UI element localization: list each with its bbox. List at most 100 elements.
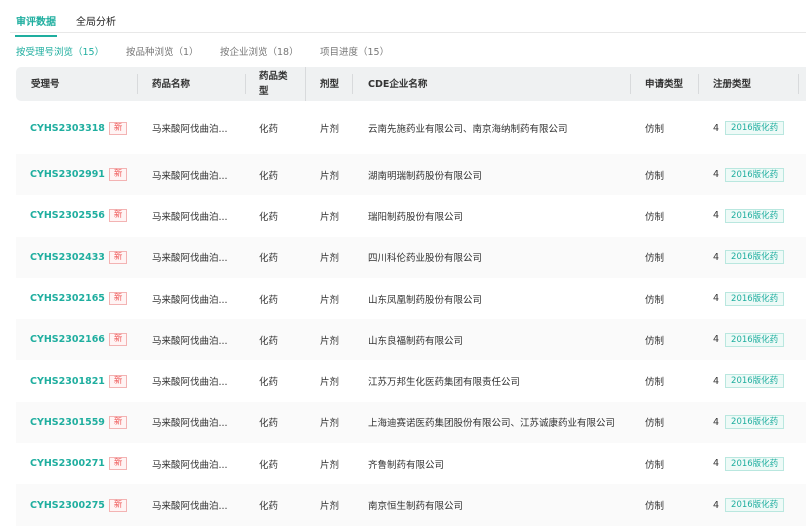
reg-type-cell: 4 2016版化药 [713, 154, 785, 195]
dosage-form: 片剂 [320, 335, 340, 347]
reg-type-cell: 4 2016版化药 [713, 278, 785, 319]
col-acceptance-no[interactable]: 受理号 [31, 67, 60, 101]
column-divider[interactable] [245, 74, 246, 94]
reg-tag: 2016版化药 [725, 291, 785, 306]
reg-class: 4 [713, 375, 720, 387]
apply-type: 仿制 [645, 459, 665, 471]
subtab-by-acceptance-no[interactable]: 按受理号浏览（15） [16, 44, 104, 58]
table-row[interactable]: CYHS2302556 新 马来酸阿伐曲泊... 化药 片剂 瑞阳制药股份有限公司… [16, 195, 806, 236]
reg-class: 4 [713, 293, 720, 305]
column-divider[interactable] [352, 74, 353, 94]
acceptance-no-link[interactable]: CYHS2302433 [30, 252, 105, 263]
apply-type: 仿制 [645, 124, 665, 135]
apply-type: 仿制 [645, 418, 665, 430]
table-row[interactable]: CYHS2302433 新 马来酸阿伐曲泊... 化药 片剂 四川科伦药业股份有限… [16, 236, 806, 278]
acceptance-no-cell: CYHS2302991 新 [30, 154, 128, 195]
acceptance-no-link[interactable]: CYHS2302166 [30, 334, 105, 345]
drug-type: 化药 [259, 377, 279, 389]
company-name: 南京恒生制药有限公司 [368, 501, 464, 513]
acceptance-no-link[interactable]: CYHS2302991 [30, 169, 105, 180]
reg-tag: 2016版化药 [725, 498, 785, 513]
company-name: 四川科伦药业股份有限公司 [368, 253, 483, 265]
col-drug-type[interactable]: 药品类型 [259, 67, 293, 101]
company-name: 湖南明瑞制药股份有限公司 [368, 170, 483, 182]
acceptance-no-cell: CYHS2301821 新 [30, 361, 128, 402]
company-name: 瑞阳制药股份有限公司 [368, 211, 464, 223]
acceptance-no-link[interactable]: CYHS2303318 [30, 123, 105, 134]
reg-tag: 2016版化药 [725, 332, 785, 347]
col-dosage-form[interactable]: 剂型 [320, 67, 339, 101]
reg-type-cell: 4 2016版化药 [713, 402, 785, 443]
reg-type-cell: 4 2016版化药 [713, 195, 785, 236]
acceptance-no-cell: CYHS2302433 新 [30, 237, 128, 278]
subtab-project-progress[interactable]: 项目进度（15） [320, 44, 389, 58]
drug-name: 马来酸阿伐曲泊... [152, 335, 228, 347]
new-badge: 新 [108, 121, 128, 135]
reg-class: 4 [713, 122, 720, 134]
column-divider[interactable] [698, 74, 699, 94]
new-badge: 新 [108, 457, 128, 471]
col-drug-name[interactable]: 药品名称 [152, 67, 190, 101]
reg-class: 4 [713, 334, 720, 346]
drug-name: 马来酸阿伐曲泊... [152, 294, 228, 306]
reg-class: 4 [713, 458, 720, 470]
table-row[interactable]: CYHS2300271 新 马来酸阿伐曲泊... 化药 片剂 齐鲁制药有限公司 仿… [16, 443, 806, 484]
acceptance-no-cell: CYHS2302165 新 [30, 278, 128, 319]
acceptance-no-link[interactable]: CYHS2300275 [30, 500, 105, 511]
drug-name: 马来酸阿伐曲泊... [152, 377, 228, 389]
apply-type: 仿制 [645, 377, 665, 389]
drug-type: 化药 [259, 124, 279, 135]
reg-class: 4 [713, 169, 720, 181]
main-tabs: 审评数据 全局分析 [10, 0, 806, 37]
dosage-form: 片剂 [320, 294, 340, 306]
apply-type: 仿制 [645, 253, 665, 265]
reg-type-cell: 4 2016版化药 [713, 443, 785, 484]
table-row[interactable]: CYHS2302165 新 马来酸阿伐曲泊... 化药 片剂 山东凤凰制药股份有限… [16, 278, 806, 319]
acceptance-no-link[interactable]: CYHS2302556 [30, 210, 105, 221]
table-header: 受理号 药品名称 药品类型 剂型 CDE企业名称 申请类型 注册类型 [16, 67, 806, 101]
dosage-form: 片剂 [320, 170, 340, 182]
drug-type: 化药 [259, 253, 279, 265]
acceptance-no-cell: CYHS2303318 新 [30, 102, 128, 154]
subtab-by-variety[interactable]: 按品种浏览（1） [126, 44, 199, 58]
dosage-form: 片剂 [320, 211, 340, 223]
drug-name: 马来酸阿伐曲泊... [152, 211, 228, 223]
drug-name: 马来酸阿伐曲泊... [152, 459, 228, 471]
drug-name: 马来酸阿伐曲泊... [152, 170, 228, 182]
acceptance-no-link[interactable]: CYHS2301559 [30, 417, 105, 428]
table-row[interactable]: CYHS2302166 新 马来酸阿伐曲泊... 化药 片剂 山东良福制药有限公司… [16, 319, 806, 361]
acceptance-no-link[interactable]: CYHS2300271 [30, 458, 105, 469]
acceptance-no-link[interactable]: CYHS2302165 [30, 293, 105, 304]
column-divider[interactable] [630, 74, 631, 94]
dosage-form: 片剂 [320, 124, 340, 135]
dosage-form: 片剂 [320, 501, 340, 513]
table-row[interactable]: CYHS2301559 新 马来酸阿伐曲泊... 化药 片剂 上海迪赛诺医药集团股… [16, 401, 806, 444]
apply-type: 仿制 [645, 170, 665, 182]
column-divider[interactable] [305, 67, 306, 101]
reg-tag: 2016版化药 [725, 415, 785, 430]
column-divider[interactable] [137, 74, 138, 94]
reg-type-cell: 4 2016版化药 [713, 102, 785, 154]
drug-type: 化药 [259, 501, 279, 513]
acceptance-no-cell: CYHS2300271 新 [30, 443, 128, 484]
acceptance-no-cell: CYHS2300275 新 [30, 484, 128, 525]
col-company[interactable]: CDE企业名称 [368, 67, 427, 101]
subtab-by-company[interactable]: 按企业浏览（18） [220, 44, 299, 58]
reg-class: 4 [713, 251, 720, 263]
drug-name: 马来酸阿伐曲泊... [152, 418, 228, 430]
acceptance-no-link[interactable]: CYHS2301821 [30, 376, 105, 387]
drug-name: 马来酸阿伐曲泊... [152, 501, 228, 513]
drug-type: 化药 [259, 418, 279, 430]
tab-review-data[interactable]: 审评数据 [15, 13, 57, 37]
col-apply-type[interactable]: 申请类型 [645, 67, 683, 101]
new-badge: 新 [108, 209, 128, 223]
reg-tag: 2016版化药 [725, 208, 785, 223]
tab-global-analysis[interactable]: 全局分析 [76, 13, 116, 28]
table-row[interactable]: CYHS2301821 新 马来酸阿伐曲泊... 化药 片剂 江苏万邦生化医药集团… [16, 361, 806, 402]
column-divider[interactable] [798, 74, 799, 94]
table-row[interactable]: CYHS2303318 新 马来酸阿伐曲泊... 化药 片剂 云南先施药业有限公司… [16, 102, 806, 154]
table-row[interactable]: CYHS2302991 新 马来酸阿伐曲泊... 化药 片剂 湖南明瑞制药股份有限… [16, 154, 806, 196]
table-row[interactable]: CYHS2300275 新 马来酸阿伐曲泊... 化药 片剂 南京恒生制药有限公司… [16, 484, 806, 526]
new-badge: 新 [108, 415, 128, 429]
col-reg-type[interactable]: 注册类型 [713, 67, 751, 101]
